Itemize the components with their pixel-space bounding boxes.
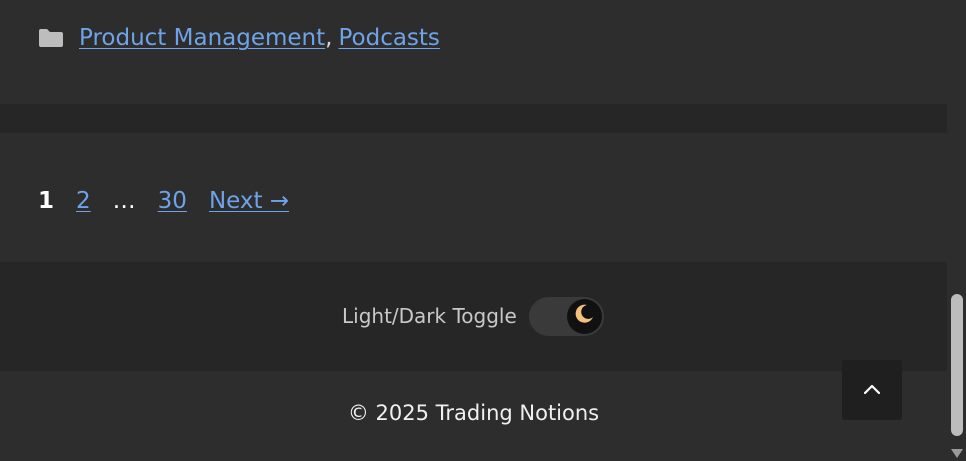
moon-icon bbox=[572, 302, 596, 330]
pagination-page-30[interactable]: 30 bbox=[158, 188, 187, 214]
pagination: 1 2 … 30 Next → bbox=[38, 182, 289, 220]
folder-icon bbox=[38, 28, 64, 48]
vertical-scrollbar[interactable] bbox=[947, 0, 966, 461]
category-link-podcasts[interactable]: Podcasts bbox=[338, 25, 439, 51]
toggle-knob bbox=[566, 298, 602, 334]
section-divider bbox=[0, 104, 947, 133]
pagination-ellipsis: … bbox=[112, 188, 136, 214]
pagination-current-page: 1 bbox=[38, 188, 55, 214]
theme-toggle-row: Light/Dark Toggle bbox=[342, 296, 604, 336]
pagination-next-link[interactable]: Next → bbox=[209, 188, 289, 214]
page: Product Management , Podcasts 1 2 … 30 N… bbox=[0, 0, 947, 461]
scrollbar-thumb[interactable] bbox=[951, 294, 963, 436]
theme-toggle-switch[interactable] bbox=[528, 296, 604, 336]
chevron-up-icon bbox=[862, 381, 882, 400]
scroll-down-arrow-icon[interactable] bbox=[951, 449, 963, 458]
pagination-page-2[interactable]: 2 bbox=[76, 188, 91, 214]
theme-toggle-label: Light/Dark Toggle bbox=[342, 304, 517, 328]
category-link-product-management[interactable]: Product Management bbox=[79, 25, 325, 51]
post-categories: Product Management , Podcasts bbox=[38, 18, 440, 58]
copyright-text: © 2025 Trading Notions bbox=[347, 401, 600, 425]
back-to-top-button[interactable] bbox=[842, 360, 902, 420]
category-separator: , bbox=[325, 25, 333, 51]
